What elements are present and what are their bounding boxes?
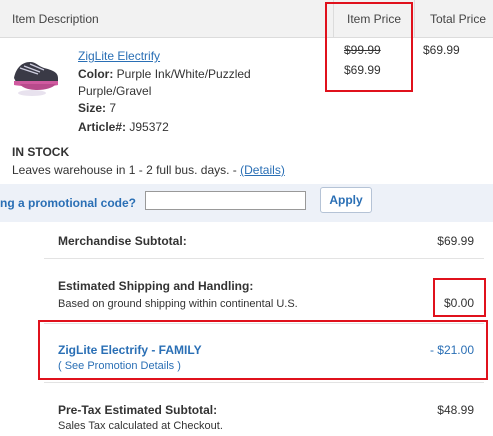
promo-code-input[interactable] <box>145 191 306 210</box>
color-label: Color: <box>78 67 114 81</box>
line-total-price: $69.99 <box>423 43 460 57</box>
color-value: Purple Ink/White/Puzzled <box>116 67 251 81</box>
shipping-note-continental: Based on ground shipping within continen… <box>58 298 298 310</box>
product-thumbnail-shoe-icon[interactable] <box>10 48 62 100</box>
product-article: Article#: J95372 <box>78 120 169 134</box>
size-label: Size: <box>78 101 107 115</box>
divider <box>44 258 484 259</box>
size-value: 7 <box>109 101 117 115</box>
apply-button[interactable]: Apply <box>320 187 372 213</box>
shipping-note: Leaves warehouse in 1 - 2 full bus. days… <box>12 163 237 177</box>
product-name-link[interactable]: ZigLite Electrify <box>78 49 160 63</box>
article-label: Article#: <box>78 120 127 134</box>
promotion-highlight-box <box>38 320 488 380</box>
product-color: Color: Purple Ink/White/Puzzled <box>78 67 251 81</box>
merchandise-subtotal-value: $69.99 <box>437 234 474 248</box>
details-link[interactable]: (Details) <box>240 163 285 177</box>
total-price-header: Total Price <box>430 12 487 26</box>
color-value-line2: Purple/Gravel <box>78 84 152 98</box>
divider <box>44 382 484 383</box>
pretax-subtotal-value: $48.99 <box>437 403 474 417</box>
pretax-subtotal-label: Pre-Tax Estimated Subtotal: <box>58 403 218 417</box>
merchandise-subtotal-label: Merchandise Subtotal: <box>58 234 187 248</box>
shipping-label: Estimated Shipping and Handling: <box>58 279 254 293</box>
promo-code-label[interactable]: ng a promotional code? <box>0 196 136 210</box>
header-divider <box>414 0 415 37</box>
stock-status: IN STOCK <box>12 145 70 159</box>
shipping-availability: Leaves warehouse in 1 - 2 full bus. days… <box>12 163 285 177</box>
shipping-value-highlight-box <box>433 278 486 317</box>
item-price-highlight-box <box>325 2 413 92</box>
article-value: J95372 <box>129 120 169 134</box>
product-size: Size: 7 <box>78 101 116 115</box>
item-description-header: Item Description <box>12 12 99 26</box>
sales-tax-note: Sales Tax calculated at Checkout. <box>58 420 223 432</box>
